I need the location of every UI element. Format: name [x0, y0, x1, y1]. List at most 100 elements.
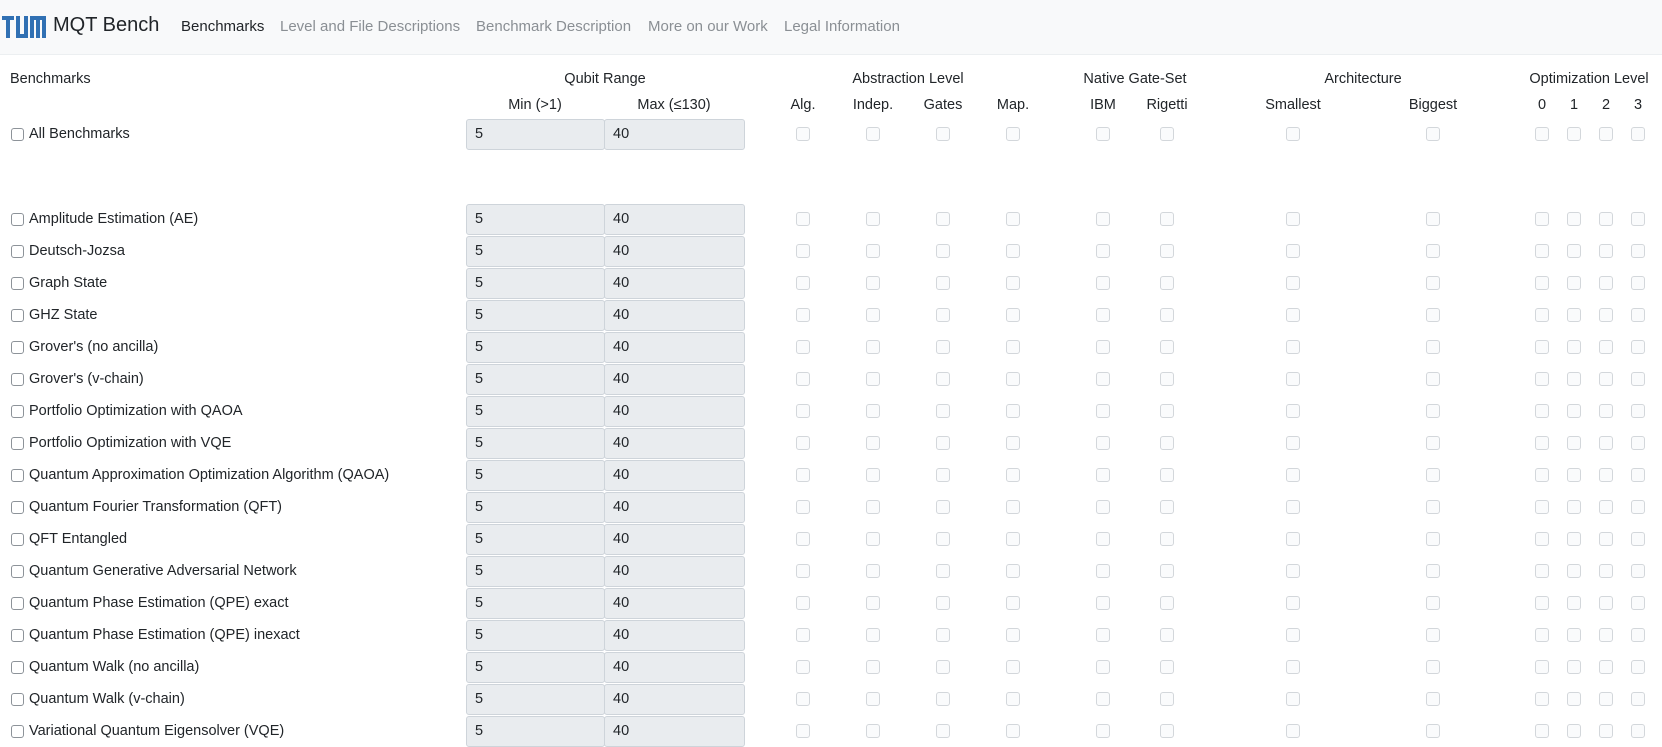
max-qubits-input[interactable]: 40 [604, 396, 745, 427]
nav-legal-information[interactable]: Legal Information [784, 18, 900, 35]
map-checkbox[interactable] [1006, 724, 1020, 738]
opt-2-checkbox[interactable] [1599, 724, 1613, 738]
biggest-checkbox[interactable] [1426, 468, 1440, 482]
map-checkbox[interactable] [1006, 628, 1020, 642]
alg-checkbox[interactable] [796, 372, 810, 386]
alg-checkbox[interactable] [796, 276, 810, 290]
opt-3-checkbox[interactable] [1631, 212, 1645, 226]
ibm-checkbox[interactable] [1096, 532, 1110, 546]
opt-0-checkbox[interactable] [1535, 532, 1549, 546]
biggest-checkbox[interactable] [1426, 372, 1440, 386]
ibm-checkbox[interactable] [1096, 436, 1110, 450]
rigetti-checkbox[interactable] [1160, 276, 1174, 290]
gates-checkbox[interactable] [936, 564, 950, 578]
smallest-checkbox[interactable] [1286, 276, 1300, 290]
benchmark-label[interactable]: Deutsch-Jozsa [11, 241, 125, 261]
gates-checkbox[interactable] [936, 724, 950, 738]
opt-3-checkbox[interactable] [1631, 372, 1645, 386]
biggest-checkbox[interactable] [1426, 436, 1440, 450]
opt-0-checkbox[interactable] [1535, 468, 1549, 482]
gates-checkbox[interactable] [936, 468, 950, 482]
alg-checkbox[interactable] [796, 244, 810, 258]
tum-logo-icon[interactable] [2, 16, 46, 38]
opt-1-checkbox[interactable] [1567, 276, 1581, 290]
min-qubits-input[interactable]: 5 [466, 492, 605, 523]
opt-2-checkbox[interactable] [1599, 628, 1613, 642]
indep-checkbox[interactable] [866, 724, 880, 738]
benchmark-label[interactable]: Quantum Approximation Optimization Algor… [11, 465, 389, 485]
map-checkbox[interactable] [1006, 596, 1020, 610]
rigetti-checkbox[interactable] [1160, 340, 1174, 354]
min-qubits-input[interactable]: 5 [466, 684, 605, 715]
biggest-checkbox[interactable] [1426, 724, 1440, 738]
biggest-checkbox[interactable] [1426, 276, 1440, 290]
map-checkbox[interactable] [1006, 127, 1020, 141]
min-qubits-input[interactable]: 5 [466, 268, 605, 299]
opt-1-checkbox[interactable] [1567, 596, 1581, 610]
opt-1-checkbox[interactable] [1567, 532, 1581, 546]
indep-checkbox[interactable] [866, 596, 880, 610]
ibm-checkbox[interactable] [1096, 340, 1110, 354]
map-checkbox[interactable] [1006, 500, 1020, 514]
smallest-checkbox[interactable] [1286, 596, 1300, 610]
opt-3-checkbox[interactable] [1631, 500, 1645, 514]
benchmark-label[interactable]: Grover's (no ancilla) [11, 337, 158, 357]
benchmark-checkbox[interactable] [11, 276, 24, 290]
benchmark-label[interactable]: Quantum Phase Estimation (QPE) exact [11, 593, 289, 613]
alg-checkbox[interactable] [796, 724, 810, 738]
map-checkbox[interactable] [1006, 660, 1020, 674]
smallest-checkbox[interactable] [1286, 628, 1300, 642]
benchmark-label[interactable]: Quantum Generative Adversarial Network [11, 561, 297, 581]
opt-3-checkbox[interactable] [1631, 628, 1645, 642]
benchmark-label[interactable]: Quantum Phase Estimation (QPE) inexact [11, 625, 300, 645]
alg-checkbox[interactable] [796, 500, 810, 514]
brand-title[interactable]: MQT Bench [53, 14, 159, 37]
gates-checkbox[interactable] [936, 692, 950, 706]
indep-checkbox[interactable] [866, 660, 880, 674]
benchmark-checkbox[interactable] [11, 212, 24, 226]
opt-3-checkbox[interactable] [1631, 692, 1645, 706]
max-qubits-input[interactable]: 40 [604, 300, 745, 331]
ibm-checkbox[interactable] [1096, 660, 1110, 674]
min-qubits-input[interactable]: 5 [466, 396, 605, 427]
benchmark-checkbox[interactable] [11, 628, 24, 642]
gates-checkbox[interactable] [936, 404, 950, 418]
max-qubits-input[interactable]: 40 [604, 652, 745, 683]
max-qubits-input[interactable]: 40 [604, 428, 745, 459]
ibm-checkbox[interactable] [1096, 468, 1110, 482]
opt-2-checkbox[interactable] [1599, 564, 1613, 578]
smallest-checkbox[interactable] [1286, 436, 1300, 450]
map-checkbox[interactable] [1006, 340, 1020, 354]
biggest-checkbox[interactable] [1426, 127, 1440, 141]
benchmark-checkbox[interactable] [11, 724, 24, 738]
max-qubits-input[interactable]: 40 [604, 684, 745, 715]
ibm-checkbox[interactable] [1096, 724, 1110, 738]
alg-checkbox[interactable] [796, 212, 810, 226]
ibm-checkbox[interactable] [1096, 692, 1110, 706]
biggest-checkbox[interactable] [1426, 564, 1440, 578]
max-qubits-input[interactable]: 40 [604, 268, 745, 299]
opt-2-checkbox[interactable] [1599, 500, 1613, 514]
alg-checkbox[interactable] [796, 340, 810, 354]
smallest-checkbox[interactable] [1286, 500, 1300, 514]
map-checkbox[interactable] [1006, 436, 1020, 450]
opt-2-checkbox[interactable] [1599, 436, 1613, 450]
alg-checkbox[interactable] [796, 468, 810, 482]
opt-0-checkbox[interactable] [1535, 628, 1549, 642]
opt-3-checkbox[interactable] [1631, 276, 1645, 290]
benchmark-checkbox[interactable] [11, 372, 24, 386]
benchmark-checkbox[interactable] [11, 532, 24, 546]
gates-checkbox[interactable] [936, 244, 950, 258]
opt-1-checkbox[interactable] [1567, 244, 1581, 258]
map-checkbox[interactable] [1006, 532, 1020, 546]
gates-checkbox[interactable] [936, 532, 950, 546]
gates-checkbox[interactable] [936, 436, 950, 450]
alg-checkbox[interactable] [796, 692, 810, 706]
opt-2-checkbox[interactable] [1599, 244, 1613, 258]
gates-checkbox[interactable] [936, 628, 950, 642]
ibm-checkbox[interactable] [1096, 628, 1110, 642]
opt-2-checkbox[interactable] [1599, 308, 1613, 322]
map-checkbox[interactable] [1006, 564, 1020, 578]
opt-3-checkbox[interactable] [1631, 436, 1645, 450]
smallest-checkbox[interactable] [1286, 127, 1300, 141]
